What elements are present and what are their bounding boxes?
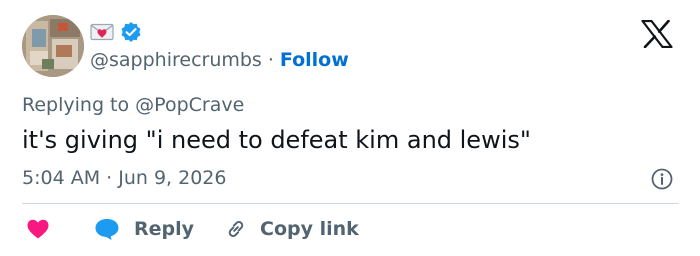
copy-link-button[interactable]: Copy link [224,217,359,241]
author-handle[interactable]: @sapphirecrumbs [90,48,262,72]
love-letter-emoji-icon [90,23,114,45]
heart-icon [26,218,50,240]
reply-label: Reply [134,218,195,240]
info-icon[interactable] [650,167,674,191]
like-button[interactable] [26,218,50,240]
link-icon [224,217,260,241]
author-name-row [90,22,142,46]
separator-dot: · [267,49,274,71]
avatar[interactable] [22,15,84,77]
author-handle-row: @sapphirecrumbs · Follow [90,48,349,72]
x-logo-icon[interactable] [641,19,673,49]
reply-context-mention[interactable]: @PopCrave [135,94,244,116]
reply-bubble-icon [94,217,134,241]
reply-context-prefix: Replying to [22,94,130,116]
tweet-actions: Reply Copy link [26,214,359,244]
reply-button[interactable]: Reply [94,217,194,241]
copy-link-label: Copy link [260,218,359,240]
tweet-timestamp[interactable]: 5:04 AM · Jun 9, 2026 [22,165,226,191]
verified-badge-icon [120,21,142,47]
follow-button[interactable]: Follow [280,48,349,72]
divider [22,203,679,204]
tweet-text: it's giving "i need to defeat kim and le… [22,126,531,154]
reply-context: Replying to @PopCrave [22,93,244,117]
